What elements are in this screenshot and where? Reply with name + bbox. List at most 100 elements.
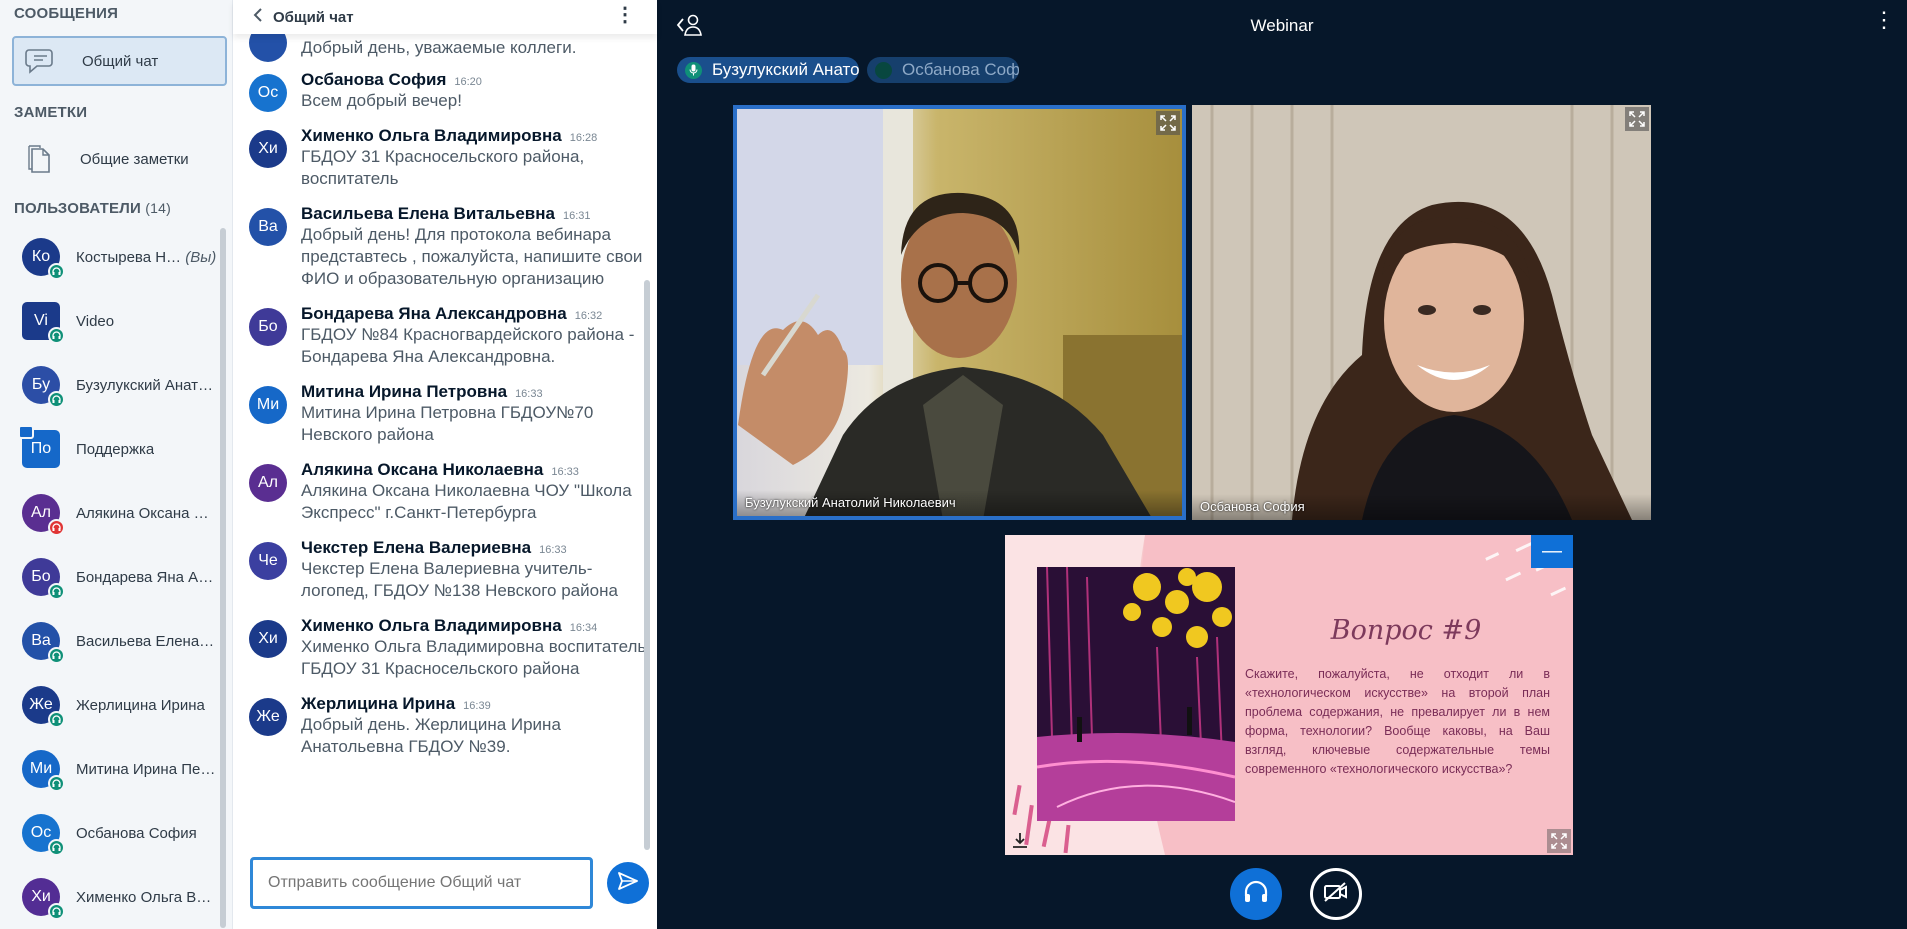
user-list-item[interactable]: Ми Митина Ирина Пе…	[0, 737, 222, 801]
message-sender: Митина Ирина Петровна	[301, 382, 508, 401]
message-header: Осбанова София 16:20	[301, 70, 649, 90]
message-sender: Хименко Ольга Владимировна	[301, 126, 562, 145]
microphone-icon	[685, 61, 702, 79]
headphones-status-icon	[48, 327, 65, 344]
chat-message: Че Чекстер Елена Валериевна 16:33 Чекстер Е…	[233, 538, 649, 602]
fullscreen-icon[interactable]	[1625, 107, 1649, 131]
video-frame-2	[1192, 105, 1651, 520]
talking-indicator-2[interactable]: Осбанова София	[867, 57, 1019, 83]
user-list-item[interactable]: Хи Хименко Ольга В…	[0, 865, 222, 929]
chat-message: Ал Алякина Оксана Николаевна 16:33 Алякина …	[233, 460, 649, 524]
notes-icon	[22, 142, 56, 176]
user-name: Поддержка	[76, 441, 154, 458]
user-list-item[interactable]: Бу Бузулукский Анат…	[0, 353, 222, 417]
avatar-initials: Ва	[31, 632, 51, 649]
microphone-icon	[875, 61, 892, 79]
message-text: Митина Ирина Петровна ГБДОУ№70 Невского …	[301, 403, 594, 444]
talker-name-1: Бузулукский Анато…	[712, 60, 859, 79]
message-text: Добрый день. Жерлицина Ирина Анатольевна…	[301, 715, 561, 756]
fullscreen-icon[interactable]	[1547, 829, 1571, 853]
user-name: Алякина Оксана …	[76, 505, 209, 522]
video-label-1: Бузулукский Анатолий Николаевич	[745, 495, 956, 510]
avatar: Ос	[22, 814, 65, 856]
video-tile-participant[interactable]: Осбанова София	[1192, 105, 1651, 520]
avatar-initials: Бо	[31, 568, 51, 585]
headphones-status-icon	[48, 391, 65, 408]
message-sender: Осбанова София	[301, 70, 447, 89]
avatar: Vi	[22, 302, 65, 344]
user-name: Бузулукский Анат…	[76, 377, 213, 394]
left-panel: СООБЩЕНИЯ Общий чат ЗАМЕТКИ Общие заметк…	[0, 0, 233, 929]
avatar-initials: Же	[29, 696, 53, 713]
audio-headphones-button[interactable]	[1230, 868, 1282, 920]
avatar: Ко	[22, 238, 65, 280]
user-name: Васильева Елена…	[76, 633, 214, 650]
shared-notes-nav-item[interactable]: Общие заметки	[12, 134, 227, 184]
user-name-text: Митина Ирина Пе…	[76, 760, 216, 778]
avatar: Че	[249, 542, 287, 580]
users-count: (14)	[145, 200, 171, 216]
chat-message-list: Добрый день, уважаемые коллеги. Ос Осбано…	[233, 34, 657, 846]
chat-message-input[interactable]	[250, 857, 593, 909]
avatar-initials: Ал	[257, 474, 278, 491]
message-sender: Васильева Елена Витальевна	[301, 204, 555, 223]
message-time: 16:33	[539, 544, 567, 556]
talking-indicator-1[interactable]: Бузулукский Анато…	[677, 57, 859, 83]
video-tile-speaker[interactable]: Бузулукский Анатолий Николаевич	[733, 105, 1186, 520]
chat-message: Ос Осбанова София 16:20 Всем добрый вечер!	[233, 70, 649, 112]
webinar-app: СООБЩЕНИЯ Общий чат ЗАМЕТКИ Общие заметк…	[0, 0, 1907, 929]
avatar-initials: По	[30, 440, 52, 457]
user-list-item[interactable]: По Поддержка	[0, 417, 222, 481]
user-list-scrollbar[interactable]	[220, 228, 226, 928]
message-text: Добрый день! Для протокола вебинара пред…	[301, 225, 643, 288]
message-sender: Жерлицина Ирина	[301, 694, 456, 713]
avatar: Ал	[22, 494, 65, 536]
user-name-text: Костырева Н…	[76, 248, 182, 266]
avatar-initials: Ос	[30, 824, 52, 841]
message-time: 16:28	[569, 132, 598, 144]
user-list-item[interactable]: Ал Алякина Оксана …	[0, 481, 222, 545]
user-list-item[interactable]: Ко Костырева Н… (Вы)	[0, 225, 222, 289]
headphones-status-icon	[48, 263, 65, 280]
download-icon[interactable]	[1011, 831, 1029, 849]
public-chat-label: Общий чат	[82, 52, 159, 70]
user-list-item[interactable]: Бо Бондарева Яна А…	[0, 545, 222, 609]
user-name: Осбанова София	[76, 825, 197, 842]
avatar-initials: Бо	[258, 318, 278, 335]
message-time: 16:33	[515, 388, 543, 400]
avatar-initials: Че	[258, 552, 278, 569]
minimize-presentation-button[interactable]: —	[1531, 535, 1573, 568]
message-header: Хименко Ольга Владимировна 16:28	[301, 126, 649, 146]
user-name: Video	[76, 313, 114, 330]
message-text: ГБДОУ 31 Красносельского района, воспита…	[301, 147, 585, 188]
avatar-initials: Бу	[31, 376, 51, 393]
chevron-left-icon[interactable]	[253, 7, 263, 27]
avatar: Ал	[249, 464, 287, 502]
avatar: Ми	[22, 750, 65, 792]
user-list-item[interactable]: Ва Васильева Елена…	[0, 609, 222, 673]
user-name-text: Васильева Елена…	[76, 632, 215, 650]
options-more-icon[interactable]: ⋮	[1873, 9, 1895, 31]
user-list-item[interactable]: Ос Осбанова София	[0, 801, 222, 865]
user-name: Митина Ирина Пе…	[76, 761, 215, 778]
message-body: Жерлицина Ирина 16:39 Добрый день. Жерлици…	[301, 694, 649, 758]
user-list-item[interactable]: Vi Video	[0, 289, 222, 353]
message-header: Хименко Ольга Владимировна 16:34	[301, 616, 649, 636]
chat-scrollbar[interactable]	[644, 280, 650, 850]
chat-title[interactable]: Общий чат	[273, 9, 354, 26]
send-message-button[interactable]	[607, 862, 649, 904]
presenter-icon	[18, 425, 34, 439]
main-header: Webinar ⋮	[657, 0, 1907, 50]
video-frame-1	[737, 109, 1182, 516]
avatar: Ва	[22, 622, 65, 664]
public-chat-nav-item[interactable]: Общий чат	[12, 36, 227, 86]
chat-message: Же Жерлицина Ирина 16:39 Добрый день. Жерли…	[233, 694, 649, 758]
notes-section-title: ЗАМЕТКИ	[14, 104, 88, 121]
fullscreen-icon[interactable]	[1156, 111, 1180, 135]
user-list-item[interactable]: Же Жерлицина Ирина	[0, 673, 222, 737]
share-webcam-button[interactable]	[1310, 868, 1362, 920]
user-name-text: Хименко Ольга В…	[76, 888, 212, 906]
presentation-slide[interactable]: Вопрос #9 Скажите, пожалуйста, не отходи…	[1005, 535, 1573, 855]
message-text: Алякина Оксана Николаевна ЧОУ "Школа Экс…	[301, 481, 632, 522]
chat-more-icon[interactable]: ⋮	[615, 5, 635, 25]
